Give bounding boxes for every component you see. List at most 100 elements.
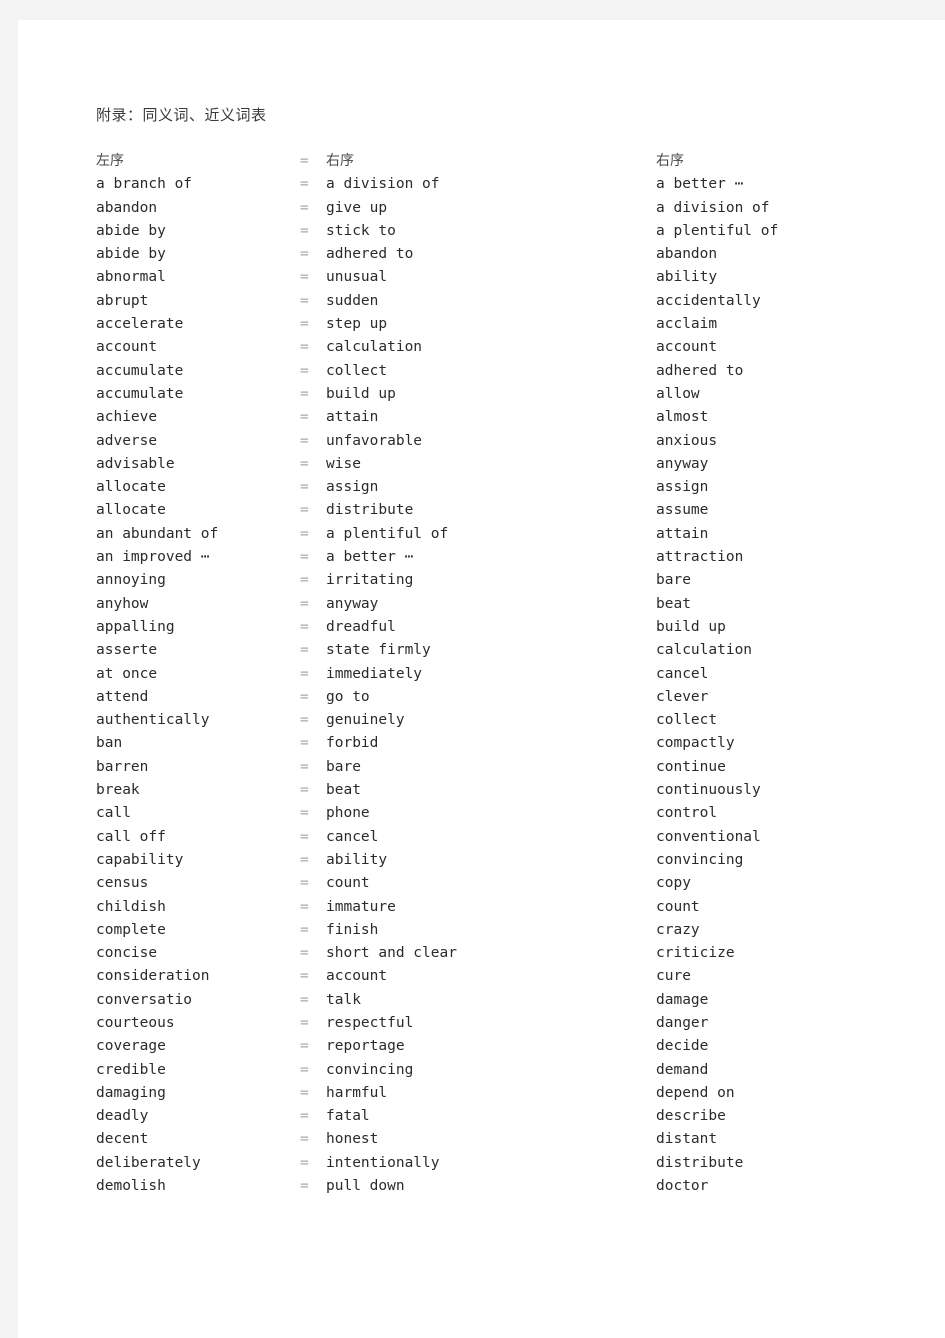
- table-row: adverse = unfavorable anxious: [18, 430, 945, 453]
- equals-sign: =: [300, 176, 309, 193]
- sorted-term: doctor: [656, 1178, 709, 1195]
- equals-sign: =: [300, 479, 309, 496]
- sorted-term: a better ⋯: [656, 176, 744, 193]
- synonym-left-term: credible: [96, 1061, 166, 1078]
- equals-sign: =: [300, 316, 309, 333]
- table-row: appalling = dreadful build up: [18, 616, 945, 639]
- synonym-left-term: childish: [96, 898, 166, 915]
- table-row: a branch of = a division of a better ⋯: [18, 173, 945, 196]
- synonym-left-term: conversatio: [96, 991, 193, 1008]
- synonym-right-term: a better ⋯: [326, 549, 414, 566]
- synonym-left-term: asserte: [96, 642, 158, 659]
- sorted-term: almost: [656, 409, 709, 426]
- synonym-left-term: complete: [96, 921, 166, 938]
- synonym-right-term: short and clear: [326, 945, 457, 962]
- synonym-right-term: ability: [326, 851, 388, 868]
- table-row: coverage = reportage decide: [18, 1035, 945, 1058]
- synonym-left-term: authentically: [96, 712, 210, 729]
- sorted-term: describe: [656, 1108, 726, 1125]
- synonym-left-term: adverse: [96, 432, 158, 449]
- synonym-left-term: achieve: [96, 409, 158, 426]
- sorted-term: continue: [656, 758, 726, 775]
- sorted-term: accidentally: [656, 292, 761, 309]
- synonym-right-term: bare: [326, 758, 361, 775]
- synonym-left-term: abnormal: [96, 269, 166, 286]
- column-header-left: 左序: [96, 153, 124, 169]
- equals-sign: =: [300, 1061, 309, 1078]
- synonym-right-term: honest: [326, 1131, 379, 1148]
- synonym-left-term: demolish: [96, 1178, 166, 1195]
- synonym-right-term: distribute: [326, 502, 414, 519]
- equals-sign: =: [300, 572, 309, 589]
- synonym-right-term: talk: [326, 991, 361, 1008]
- synonym-right-term: account: [326, 968, 388, 985]
- sorted-term: compactly: [656, 735, 735, 752]
- sorted-term: distant: [656, 1131, 718, 1148]
- equals-sign: =: [300, 222, 309, 239]
- synonym-right-term: state firmly: [326, 642, 431, 659]
- sorted-term: build up: [656, 618, 726, 635]
- table-row: damaging = harmful depend on: [18, 1082, 945, 1105]
- table-row: abandon = give up a division of: [18, 197, 945, 220]
- synonym-right-term: give up: [326, 199, 388, 216]
- table-row: attend = go to clever: [18, 686, 945, 709]
- table-row: annoying = irritating bare: [18, 569, 945, 592]
- synonym-left-term: concise: [96, 945, 158, 962]
- sorted-term: conventional: [656, 828, 761, 845]
- synonym-right-term: assign: [326, 479, 379, 496]
- table-row: anyhow = anyway beat: [18, 593, 945, 616]
- synonym-right-term: cancel: [326, 828, 379, 845]
- column-header-right: 右序: [656, 153, 684, 169]
- synonym-right-term: wise: [326, 455, 361, 472]
- sorted-term: continuously: [656, 782, 761, 799]
- synonym-left-term: at once: [96, 665, 158, 682]
- table-row: deadly = fatal describe: [18, 1105, 945, 1128]
- equals-sign: =: [300, 362, 309, 379]
- equals-sign: =: [300, 805, 309, 822]
- table-row: authentically = genuinely collect: [18, 709, 945, 732]
- table-row: ban = forbid compactly: [18, 732, 945, 755]
- table-row: allocate = assign assign: [18, 476, 945, 499]
- equals-sign: =: [300, 991, 309, 1008]
- sorted-term: acclaim: [656, 316, 718, 333]
- table-row: childish = immature count: [18, 896, 945, 919]
- synonym-right-term: go to: [326, 688, 370, 705]
- synonym-left-term: call off: [96, 828, 166, 845]
- table-row: accumulate = collect adhered to: [18, 360, 945, 383]
- synonym-left-term: damaging: [96, 1084, 166, 1101]
- sorted-term: danger: [656, 1014, 709, 1031]
- synonym-left-term: capability: [96, 851, 184, 868]
- synonym-right-term: intentionally: [326, 1154, 440, 1171]
- synonym-left-term: anyhow: [96, 595, 149, 612]
- synonym-right-term: adhered to: [326, 246, 414, 263]
- table-row: census = count copy: [18, 872, 945, 895]
- table-row: asserte = state firmly calculation: [18, 639, 945, 662]
- equals-sign: =: [300, 618, 309, 635]
- sorted-term: account: [656, 339, 718, 356]
- equals-sign: =: [300, 339, 309, 356]
- equals-sign: =: [300, 525, 309, 542]
- equals-sign: =: [300, 385, 309, 402]
- table-row: courteous = respectful danger: [18, 1012, 945, 1035]
- equals-sign: =: [300, 292, 309, 309]
- synonym-right-term: calculation: [326, 339, 423, 356]
- synonym-right-term: count: [326, 875, 370, 892]
- equals-sign: =: [300, 828, 309, 845]
- synonym-left-term: abrupt: [96, 292, 149, 309]
- sorted-term: distribute: [656, 1154, 744, 1171]
- sorted-term: decide: [656, 1038, 709, 1055]
- sorted-term: anxious: [656, 432, 718, 449]
- synonym-right-term: step up: [326, 316, 388, 333]
- equals-sign: =: [300, 455, 309, 472]
- synonym-right-term: phone: [326, 805, 370, 822]
- sorted-term: attain: [656, 525, 709, 542]
- sorted-term: attraction: [656, 549, 744, 566]
- equals-sign: =: [300, 409, 309, 426]
- equals-sign: =: [300, 432, 309, 449]
- sorted-term: anyway: [656, 455, 709, 472]
- synonym-left-term: appalling: [96, 618, 175, 635]
- equals-sign: =: [300, 1014, 309, 1031]
- synonym-left-term: an improved ⋯: [96, 549, 210, 566]
- table-row: allocate = distribute assume: [18, 499, 945, 522]
- sorted-term: criticize: [656, 945, 735, 962]
